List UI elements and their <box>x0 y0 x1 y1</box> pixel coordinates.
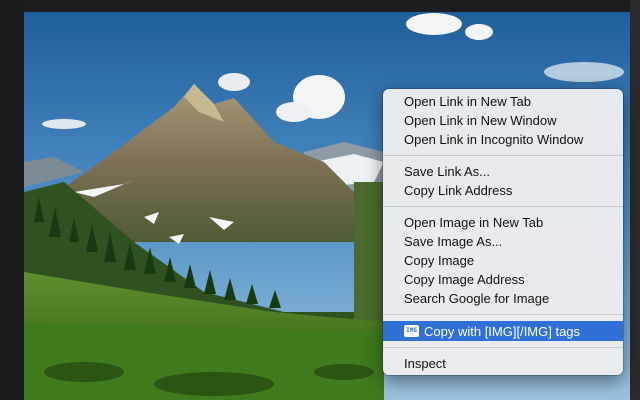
menu-item-copy-image[interactable]: Copy Image <box>383 251 623 270</box>
menu-item-copy-img-tags[interactable]: IMG Copy with [IMG][/IMG] tags <box>383 321 623 341</box>
menu-separator <box>383 155 623 156</box>
menu-group-image: Open Image in New Tab Save Image As... C… <box>383 213 623 308</box>
menu-item-open-link-incognito[interactable]: Open Link in Incognito Window <box>383 130 623 149</box>
menu-item-copy-image-address[interactable]: Copy Image Address <box>383 270 623 289</box>
context-menu: Open Link in New Tab Open Link in New Wi… <box>383 89 623 375</box>
menu-item-label: Copy with [IMG][/IMG] tags <box>424 323 581 339</box>
menu-item-open-image-new-tab[interactable]: Open Image in New Tab <box>383 213 623 232</box>
menu-separator <box>383 314 623 315</box>
window-frame-left <box>0 0 24 400</box>
menu-item-save-link-as[interactable]: Save Link As... <box>383 162 623 181</box>
img-tag-icon: IMG <box>404 325 419 337</box>
window-frame-right <box>630 0 640 400</box>
menu-group-link-save: Save Link As... Copy Link Address <box>383 162 623 200</box>
menu-item-open-link-new-tab[interactable]: Open Link in New Tab <box>383 92 623 111</box>
menu-separator <box>383 347 623 348</box>
menu-item-open-link-new-window[interactable]: Open Link in New Window <box>383 111 623 130</box>
menu-item-save-image-as[interactable]: Save Image As... <box>383 232 623 251</box>
menu-group-link-open: Open Link in New Tab Open Link in New Wi… <box>383 92 623 149</box>
menu-item-search-google-image[interactable]: Search Google for Image <box>383 289 623 308</box>
menu-separator <box>383 206 623 207</box>
menu-item-inspect[interactable]: Inspect <box>383 354 623 373</box>
menu-item-copy-link-address[interactable]: Copy Link Address <box>383 181 623 200</box>
